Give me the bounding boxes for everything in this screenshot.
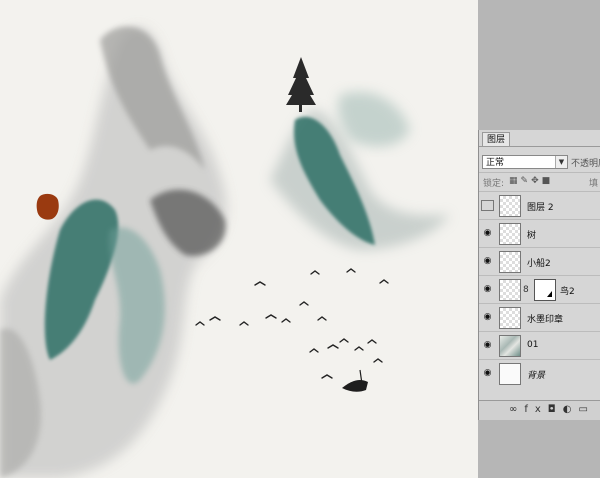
opacity-label: 不透明度 bbox=[571, 159, 600, 169]
layer-thumbnail bbox=[499, 363, 521, 385]
visibility-toggle-off[interactable] bbox=[481, 200, 494, 211]
lock-all-icon[interactable]: ■ bbox=[542, 176, 554, 186]
workspace-background bbox=[478, 0, 600, 130]
eye-icon[interactable]: ◉ bbox=[481, 256, 494, 267]
chevron-down-icon[interactable]: ▼ bbox=[555, 156, 567, 168]
layer-row[interactable]: ◉ 树 bbox=[479, 219, 600, 247]
layer-name: 01 bbox=[527, 340, 539, 350]
blend-mode-select[interactable]: 正常 ▼ bbox=[482, 155, 568, 169]
artwork-canvas[interactable] bbox=[0, 0, 478, 478]
eye-icon[interactable]: ◉ bbox=[481, 368, 494, 379]
lock-row: 锁定: ▦✎✥■ 填 bbox=[479, 172, 600, 191]
layers-panel: 图层 正常 ▼ 不透明度 锁定: ▦✎✥■ 填 图层 2 ◉ 树 ◉ 小船2 ◉… bbox=[478, 130, 600, 421]
layer-thumbnail bbox=[499, 195, 521, 217]
layer-name: 水墨印章 bbox=[527, 315, 564, 325]
lock-icons: ▦✎✥■ bbox=[509, 176, 553, 186]
layer-row[interactable]: ◉ 水墨印章 bbox=[479, 303, 600, 331]
layer-thumbnail bbox=[499, 223, 521, 245]
lock-label: 锁定: bbox=[483, 179, 505, 189]
panel-divider bbox=[479, 146, 600, 147]
blend-mode-value: 正常 bbox=[486, 158, 505, 168]
adjustment-icon[interactable]: ◐ bbox=[563, 404, 579, 415]
eye-icon[interactable]: ◉ bbox=[481, 284, 494, 295]
eye-icon[interactable]: ◉ bbox=[481, 228, 494, 239]
link-layers-icon[interactable]: ∞ bbox=[509, 404, 524, 415]
layer-mask-thumbnail[interactable] bbox=[534, 279, 556, 301]
layer-row[interactable]: ◉ 小船2 bbox=[479, 247, 600, 275]
layer-row[interactable]: ◉ 8 鸟2 bbox=[479, 275, 600, 303]
layer-thumbnail bbox=[499, 279, 521, 301]
new-group-icon[interactable]: ▭ bbox=[578, 404, 594, 415]
footer-icons: ∞fx◘◐▭ bbox=[509, 404, 595, 415]
layer-row[interactable]: ◉ 背景 bbox=[479, 359, 600, 387]
layers-tab[interactable]: 图层 bbox=[482, 132, 511, 147]
fx-icon[interactable]: fx bbox=[524, 404, 547, 415]
fill-label: 填 bbox=[589, 179, 599, 189]
ink-landscape-illustration bbox=[0, 26, 450, 478]
layer-name: 小船2 bbox=[527, 259, 551, 269]
workspace-background bbox=[478, 420, 600, 478]
mask-shape bbox=[547, 291, 552, 297]
eye-icon[interactable]: ◉ bbox=[481, 340, 494, 351]
layer-name: 树 bbox=[527, 231, 537, 241]
layer-row[interactable]: ◉ 01 bbox=[479, 331, 600, 359]
lock-move-icon[interactable]: ✥ bbox=[531, 176, 542, 186]
link-icon[interactable]: 8 bbox=[523, 285, 529, 295]
panel-footer: ∞fx◘◐▭ bbox=[479, 400, 600, 421]
layer-name: 背景 bbox=[527, 371, 546, 381]
eye-icon[interactable]: ◉ bbox=[481, 312, 494, 323]
layer-name: 图层 2 bbox=[527, 203, 554, 213]
layer-row[interactable]: 图层 2 bbox=[479, 191, 600, 219]
lock-transparent-icon[interactable]: ▦ bbox=[509, 176, 521, 186]
layer-thumbnail bbox=[499, 335, 521, 357]
layer-thumbnail bbox=[499, 251, 521, 273]
add-mask-icon[interactable]: ◘ bbox=[548, 404, 563, 415]
layer-thumbnail bbox=[499, 307, 521, 329]
lock-brush-icon[interactable]: ✎ bbox=[521, 176, 532, 186]
layer-name: 鸟2 bbox=[560, 287, 575, 297]
